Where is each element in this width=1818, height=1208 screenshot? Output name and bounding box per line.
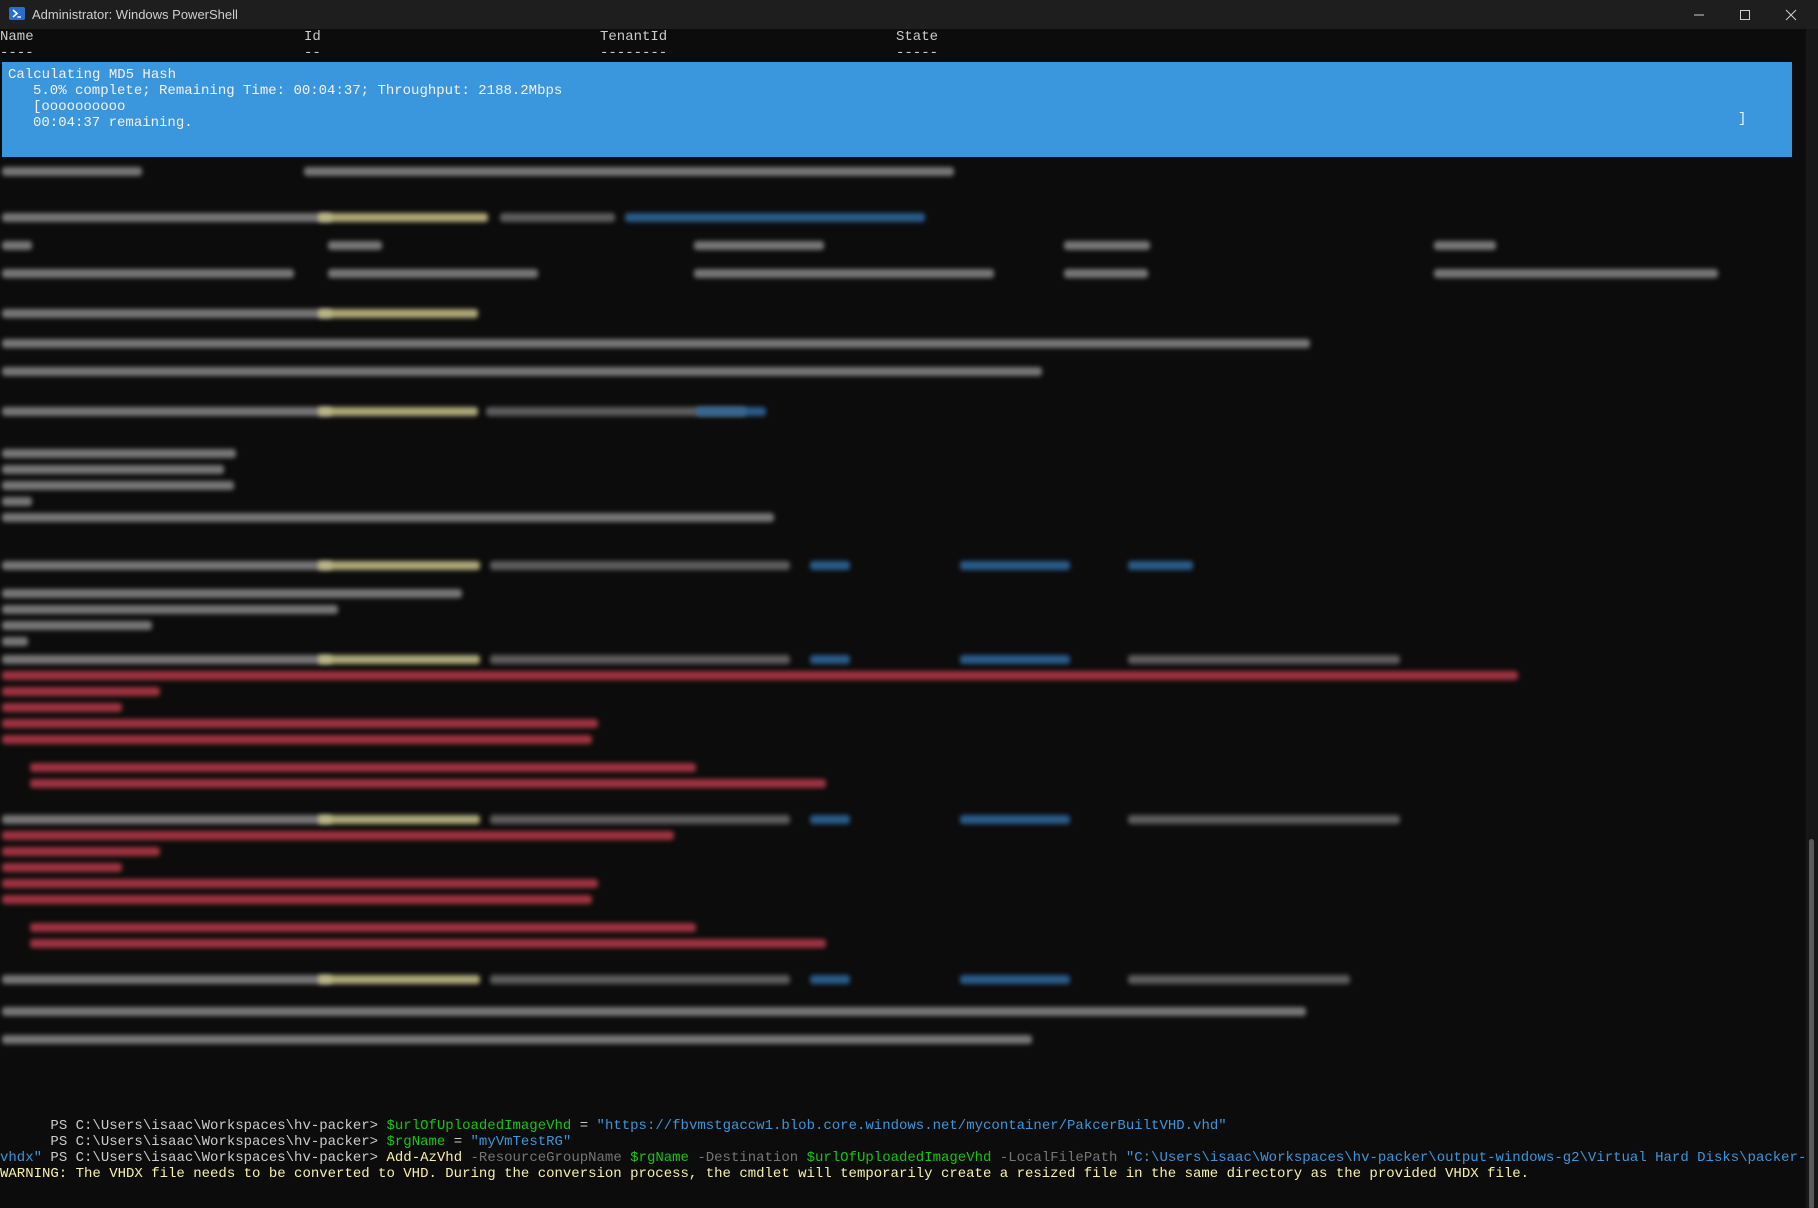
column-header-tenantid: TenantId	[600, 29, 668, 45]
vertical-scrollbar[interactable]	[1806, 29, 1818, 1208]
column-underline-tenantid: --------	[600, 45, 668, 61]
operator-token: =	[571, 1118, 597, 1134]
maximize-button[interactable]	[1722, 0, 1768, 29]
progress-bar-text: [oooooooooo	[33, 99, 126, 115]
minimize-icon	[1694, 14, 1704, 16]
close-icon	[1785, 9, 1797, 21]
prompt: PS C:\Users\isaac\Workspaces\hv-packer>	[50, 1150, 387, 1166]
parameter-token: -Destination	[688, 1150, 807, 1166]
column-header-name: Name	[0, 29, 34, 45]
progress-bar-end: ]	[1738, 111, 1747, 127]
column-underline-name: ----	[0, 45, 34, 61]
close-button[interactable]	[1768, 0, 1814, 29]
column-header-id: Id	[304, 29, 321, 45]
maximize-icon	[1740, 10, 1750, 20]
scrollbar-thumb[interactable]	[1809, 839, 1814, 1208]
window-title: Administrator: Windows PowerShell	[32, 7, 238, 22]
title-bar[interactable]: Administrator: Windows PowerShell	[0, 0, 1818, 29]
command-line-wrap: vhdx"	[0, 1150, 43, 1166]
console-output[interactable]: Name Id TenantId State ---- -- -------- …	[0, 29, 1818, 1208]
column-underline-state: -----	[896, 45, 939, 61]
cmdlet-token: Add-AzVhd	[386, 1150, 463, 1166]
progress-status: 5.0% complete; Remaining Time: 00:04:37;…	[33, 83, 563, 99]
variable-token: $rgName	[630, 1150, 689, 1166]
powershell-window: Administrator: Windows PowerShell Name I…	[0, 0, 1818, 1208]
string-token: "C:\Users\isaac\Workspaces\hv-packer\out…	[1125, 1150, 1818, 1166]
redacted-output	[0, 159, 1800, 1109]
parameter-token: -ResourceGroupName	[462, 1150, 631, 1166]
parameter-token: -LocalFilePath	[991, 1150, 1126, 1166]
variable-token: $urlOfUploadedImageVhd	[806, 1150, 992, 1166]
powershell-icon	[9, 7, 25, 20]
column-underline-id: --	[304, 45, 321, 61]
column-header-state: State	[896, 29, 939, 45]
progress-activity: Calculating MD5 Hash	[8, 67, 177, 83]
progress-remaining: 00:04:37 remaining.	[33, 115, 193, 131]
minimize-button[interactable]	[1676, 0, 1722, 29]
string-token: "https://fbvmstgaccw1.blob.core.windows.…	[596, 1118, 1227, 1134]
progress-banner: Calculating MD5 Hash 5.0% complete; Rema…	[2, 62, 1792, 157]
warning-message: WARNING: The VHDX file needs to be conve…	[0, 1166, 1530, 1182]
